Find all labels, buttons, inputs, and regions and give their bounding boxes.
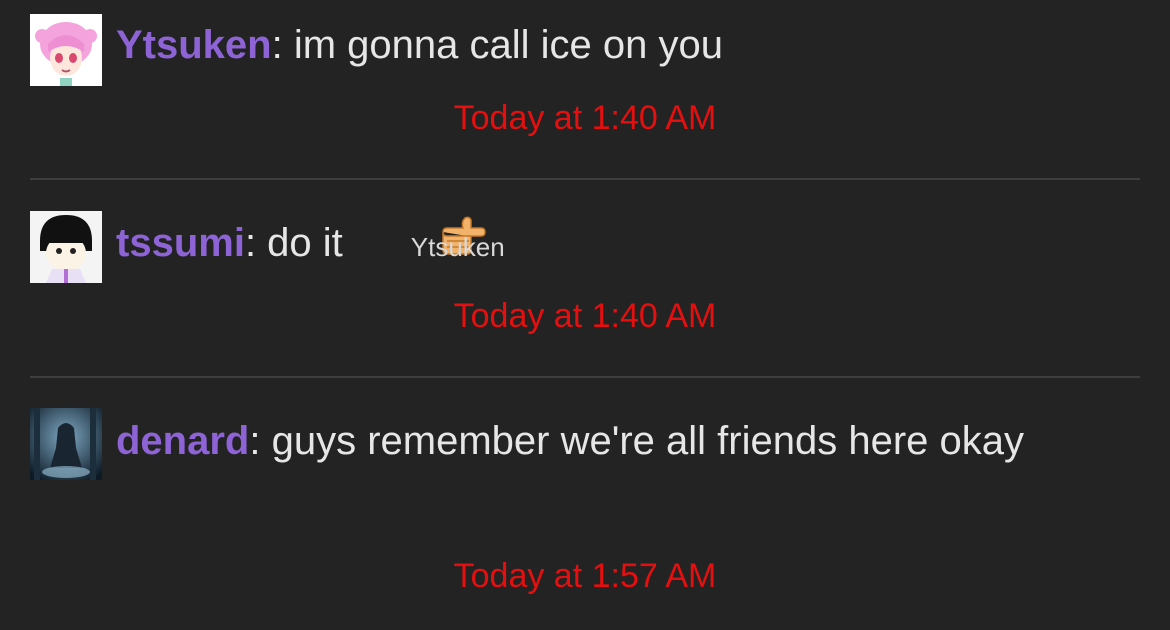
message-divider xyxy=(30,178,1140,180)
chat-message: tssumi: do it Ytsuken Today at 1:40 AM xyxy=(30,208,1140,335)
message-divider xyxy=(30,376,1140,378)
timestamp-link[interactable]: Today at 1:40 AM xyxy=(0,296,1170,336)
mention-link[interactable]: Ytsuken xyxy=(411,232,505,262)
message-body: denard: guys remember we're all friends … xyxy=(30,406,1140,476)
avatar[interactable] xyxy=(30,14,102,86)
chat-message: Ytsuken: im gonna call ice on you Today … xyxy=(30,10,1140,137)
thumbs-right-icon xyxy=(351,210,486,255)
message-body: tssumi: do it Ytsuken xyxy=(30,208,1140,282)
chat-message: denard: guys remember we're all friends … xyxy=(30,406,1140,595)
timestamp-link[interactable]: Today at 1:57 AM xyxy=(0,556,1170,596)
username-link[interactable]: denard xyxy=(116,419,249,463)
username-link[interactable]: Ytsuken xyxy=(116,23,272,67)
timestamp-link[interactable]: Today at 1:40 AM xyxy=(0,98,1170,138)
message-text: : im gonna call ice on you xyxy=(271,23,723,67)
message-body: Ytsuken: im gonna call ice on you xyxy=(30,10,1140,80)
username-link[interactable]: tssumi xyxy=(116,221,245,265)
avatar[interactable] xyxy=(30,408,102,480)
message-text: : do it xyxy=(244,221,343,265)
message-text: : guys remember we're all friends here o… xyxy=(249,419,1024,463)
avatar[interactable] xyxy=(30,211,102,283)
